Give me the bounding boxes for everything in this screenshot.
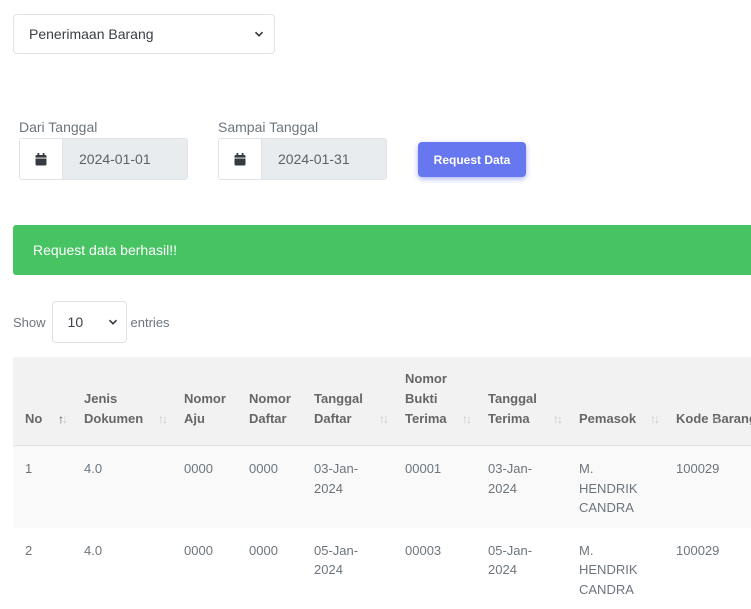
- column-header-pemasok[interactable]: Pemasok ↑↓: [567, 357, 664, 446]
- from-date-field[interactable]: 2024-01-01: [19, 138, 188, 180]
- request-data-button[interactable]: Request Data: [418, 142, 526, 177]
- from-date-addon: [20, 139, 63, 179]
- column-header-tanggal-daftar[interactable]: Tanggal Daftar ↑↓: [302, 357, 393, 446]
- cell-nomor-bukti-terima: 00003: [393, 528, 476, 609]
- entries-label: entries: [131, 315, 170, 330]
- cell-jenis-dokumen: 4.0: [72, 446, 172, 528]
- cell-kode-barang: 100029: [664, 528, 751, 609]
- sort-icon: ↑↓: [711, 409, 719, 429]
- sort-icon: ↑↓: [379, 409, 387, 429]
- sort-icon: ↑↓: [650, 409, 658, 429]
- cell-tanggal-terima: 03-Jan-2024: [476, 446, 567, 528]
- cell-tanggal-terima: 05-Jan-2024: [476, 528, 567, 609]
- column-header-nomor-bukti-terima[interactable]: Nomor Bukti Terima ↑↓: [393, 357, 476, 446]
- report-type-value: Penerimaan Barang: [29, 26, 254, 42]
- cell-nomor-aju: 0000: [172, 446, 237, 528]
- success-alert: Request data berhasil!!: [13, 225, 751, 275]
- table-row: 1 4.0 0000 0000 03-Jan-2024 00001 03-Jan…: [13, 446, 751, 528]
- cell-kode-barang: 100029: [664, 446, 751, 528]
- sort-icon: ↑↓: [158, 409, 166, 429]
- cell-tanggal-daftar: 03-Jan-2024: [302, 446, 393, 528]
- table-row: 2 4.0 0000 0000 05-Jan-2024 00003 05-Jan…: [13, 528, 751, 609]
- to-date-addon: [219, 139, 262, 179]
- show-entries-control: Show 10 entries: [13, 301, 170, 343]
- column-header-no[interactable]: No ↑↓: [13, 357, 72, 446]
- from-date-input[interactable]: 2024-01-01: [63, 139, 187, 179]
- cell-nomor-bukti-terima: 00001: [393, 446, 476, 528]
- chevron-down-icon: [108, 317, 118, 327]
- entries-per-page-select[interactable]: 10: [52, 301, 127, 343]
- cell-tanggal-daftar: 05-Jan-2024: [302, 528, 393, 609]
- report-type-select[interactable]: Penerimaan Barang: [13, 14, 275, 54]
- sort-asc-icon: ↑↓: [58, 409, 66, 429]
- show-label: Show: [13, 315, 46, 330]
- column-header-kode-barang[interactable]: Kode Barang ↑↓: [664, 357, 751, 446]
- sort-icon: ↑↓: [553, 409, 561, 429]
- cell-pemasok: M. HENDRIK CANDRA: [567, 528, 664, 609]
- to-date-field[interactable]: 2024-01-31: [218, 138, 387, 180]
- entries-value: 10: [68, 314, 108, 330]
- calendar-icon: [234, 153, 246, 166]
- column-header-tanggal-terima[interactable]: Tanggal Terima ↑↓: [476, 357, 567, 446]
- data-table: No ↑↓ Jenis Dokumen ↑↓ Nomor Aju Nomor D…: [13, 357, 751, 609]
- cell-pemasok: M. HENDRIK CANDRA: [567, 446, 664, 528]
- sort-icon: ↑↓: [462, 409, 470, 429]
- cell-jenis-dokumen: 4.0: [72, 528, 172, 609]
- to-date-label: Sampai Tanggal: [218, 119, 318, 135]
- cell-no: 1: [13, 446, 72, 528]
- chevron-down-icon: [254, 29, 264, 39]
- calendar-icon: [35, 153, 47, 166]
- cell-nomor-daftar: 0000: [237, 446, 302, 528]
- column-header-jenis-dokumen[interactable]: Jenis Dokumen ↑↓: [72, 357, 172, 446]
- column-header-nomor-daftar[interactable]: Nomor Daftar: [237, 357, 302, 446]
- cell-nomor-aju: 0000: [172, 528, 237, 609]
- cell-no: 2: [13, 528, 72, 609]
- to-date-input[interactable]: 2024-01-31: [262, 139, 386, 179]
- alert-message: Request data berhasil!!: [33, 242, 177, 258]
- table-header-row: No ↑↓ Jenis Dokumen ↑↓ Nomor Aju Nomor D…: [13, 357, 751, 446]
- from-date-label: Dari Tanggal: [19, 119, 97, 135]
- column-header-nomor-aju[interactable]: Nomor Aju: [172, 357, 237, 446]
- cell-nomor-daftar: 0000: [237, 528, 302, 609]
